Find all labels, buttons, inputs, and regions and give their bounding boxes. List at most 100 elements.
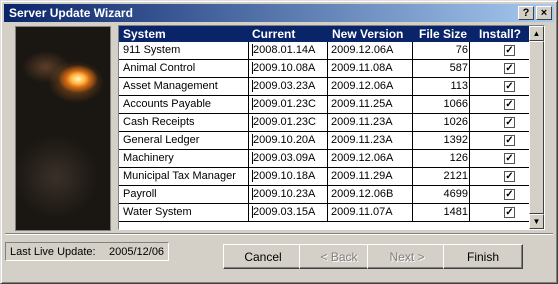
cell-new-version: 2009.11.23A [331, 116, 393, 128]
table-row[interactable]: General Ledger 2009.10.20A 2009.11.23A 1392… [119, 132, 529, 150]
cell-system: Accounts Payable [123, 98, 212, 110]
install-checkbox[interactable]: ✓ [504, 99, 515, 110]
table-row[interactable]: Machinery 2009.03.09A 2009.12.06A 126 ✓ [119, 150, 529, 168]
install-checkbox[interactable]: ✓ [504, 81, 515, 92]
column-divider [248, 150, 249, 167]
cell-current: 2009.01.23C [252, 116, 316, 128]
cell-file-size: 1481 [443, 206, 468, 218]
install-checkbox[interactable]: ✓ [504, 171, 515, 182]
cell-current: 2009.03.23A [252, 80, 316, 92]
cell-file-size: 1066 [443, 98, 468, 110]
column-divider [248, 78, 249, 95]
cell-file-size: 4699 [443, 188, 468, 200]
column-divider [248, 168, 249, 185]
wizard-window: Server Update Wizard ? × System Current … [0, 0, 558, 284]
header-file-size[interactable]: File Size [419, 27, 467, 41]
cancel-button[interactable]: Cancel [223, 244, 303, 269]
cell-system: 911 System [123, 44, 181, 56]
column-divider [327, 150, 328, 167]
column-divider [248, 96, 249, 113]
install-checkbox[interactable]: ✓ [504, 207, 515, 218]
column-divider [412, 78, 413, 95]
cell-system: Machinery [123, 152, 174, 164]
welding-image [15, 26, 111, 231]
install-checkbox[interactable]: ✓ [504, 135, 515, 146]
column-divider [327, 132, 328, 149]
scroll-down-button[interactable]: ▼ [529, 214, 544, 229]
column-divider [248, 42, 249, 59]
header-current[interactable]: Current [252, 27, 295, 41]
cell-system: General Ledger [123, 134, 200, 146]
install-checkbox[interactable]: ✓ [504, 117, 515, 128]
cell-current: 2009.03.15A [252, 206, 316, 218]
finish-button[interactable]: Finish [443, 244, 523, 269]
cell-new-version: 2009.11.07A [331, 206, 393, 218]
cell-current: 2009.10.18A [252, 170, 316, 182]
table-row[interactable]: Payroll 2009.10.23A 2009.12.06B 4699 ✓ [119, 186, 529, 204]
last-update-label: Last Live Update: [10, 246, 96, 258]
column-divider [469, 78, 470, 95]
column-divider [412, 114, 413, 131]
cell-system: Water System [123, 206, 192, 218]
last-update-value: 2005/12/06 [109, 246, 165, 258]
cell-system: Payroll [123, 188, 157, 200]
column-divider [327, 186, 328, 203]
table-row[interactable]: Accounts Payable 2009.01.23C 2009.11.25A 10… [119, 96, 529, 114]
close-button[interactable]: × [536, 6, 552, 20]
column-divider [412, 186, 413, 203]
column-divider [469, 150, 470, 167]
column-divider [469, 60, 470, 77]
cell-new-version: 2009.11.08A [331, 62, 393, 74]
column-divider [469, 168, 470, 185]
column-divider [248, 114, 249, 131]
back-label: < Back [320, 249, 358, 264]
column-divider [412, 168, 413, 185]
table-row[interactable]: Animal Control 2009.10.08A 2009.11.08A 587 ✓ [119, 60, 529, 78]
cell-current: 2009.03.09A [252, 152, 316, 164]
cell-file-size: 126 [449, 152, 468, 164]
title-bar[interactable]: Server Update Wizard ? × [4, 4, 554, 22]
column-divider [327, 60, 328, 77]
column-divider [327, 96, 328, 113]
table-row[interactable]: Cash Receipts 2009.01.23C 2009.11.23A 1026 ✓ [119, 114, 529, 132]
grid-header: System Current New Version File Size Ins… [119, 26, 529, 42]
install-checkbox[interactable]: ✓ [504, 63, 515, 74]
column-divider [469, 114, 470, 131]
install-checkbox[interactable]: ✓ [504, 153, 515, 164]
header-install[interactable]: Install? [479, 27, 521, 41]
cell-system: Cash Receipts [123, 116, 195, 128]
cell-new-version: 2009.12.06A [331, 44, 394, 56]
header-system[interactable]: System [123, 27, 166, 41]
column-divider [327, 114, 328, 131]
column-divider [412, 204, 413, 221]
table-row[interactable]: Asset Management 2009.03.23A 2009.12.06A 11… [119, 78, 529, 96]
cell-new-version: 2009.12.06A [331, 152, 394, 164]
grid-rows: 911 System 2008.01.14A 2009.12.06A 76 ✓ Anima… [119, 42, 529, 222]
cell-system: Asset Management [123, 80, 218, 92]
cell-current: 2008.01.14A [252, 44, 316, 56]
help-button[interactable]: ? [518, 6, 534, 20]
scroll-thumb[interactable] [529, 41, 544, 214]
next-label: Next > [389, 249, 425, 264]
scroll-up-button[interactable]: ▲ [529, 26, 544, 41]
column-divider [469, 132, 470, 149]
header-new-version[interactable]: New Version [332, 27, 403, 41]
column-divider [469, 204, 470, 221]
column-divider [327, 42, 328, 59]
vertical-scrollbar[interactable]: ▲ ▼ [529, 26, 544, 229]
table-row[interactable]: Municipal Tax Manager 2009.10.18A 2009.11.… [119, 168, 529, 186]
finish-label: Finish [466, 249, 499, 264]
column-divider [327, 204, 328, 221]
install-checkbox[interactable]: ✓ [504, 189, 515, 200]
column-divider [248, 60, 249, 77]
install-checkbox[interactable]: ✓ [504, 45, 515, 56]
table-row[interactable]: Water System 2009.03.15A 2009.11.07A 1481 ✓ [119, 204, 529, 222]
table-row[interactable]: 911 System 2008.01.14A 2009.12.06A 76 ✓ [119, 42, 529, 60]
cell-current: 2009.10.08A [252, 62, 316, 74]
cell-file-size: 2121 [443, 170, 468, 182]
column-divider [412, 132, 413, 149]
column-divider [327, 78, 328, 95]
next-button[interactable]: Next > [367, 244, 447, 269]
cell-new-version: 2009.12.06B [331, 188, 394, 200]
update-grid: System Current New Version File Size Ins… [118, 25, 545, 230]
